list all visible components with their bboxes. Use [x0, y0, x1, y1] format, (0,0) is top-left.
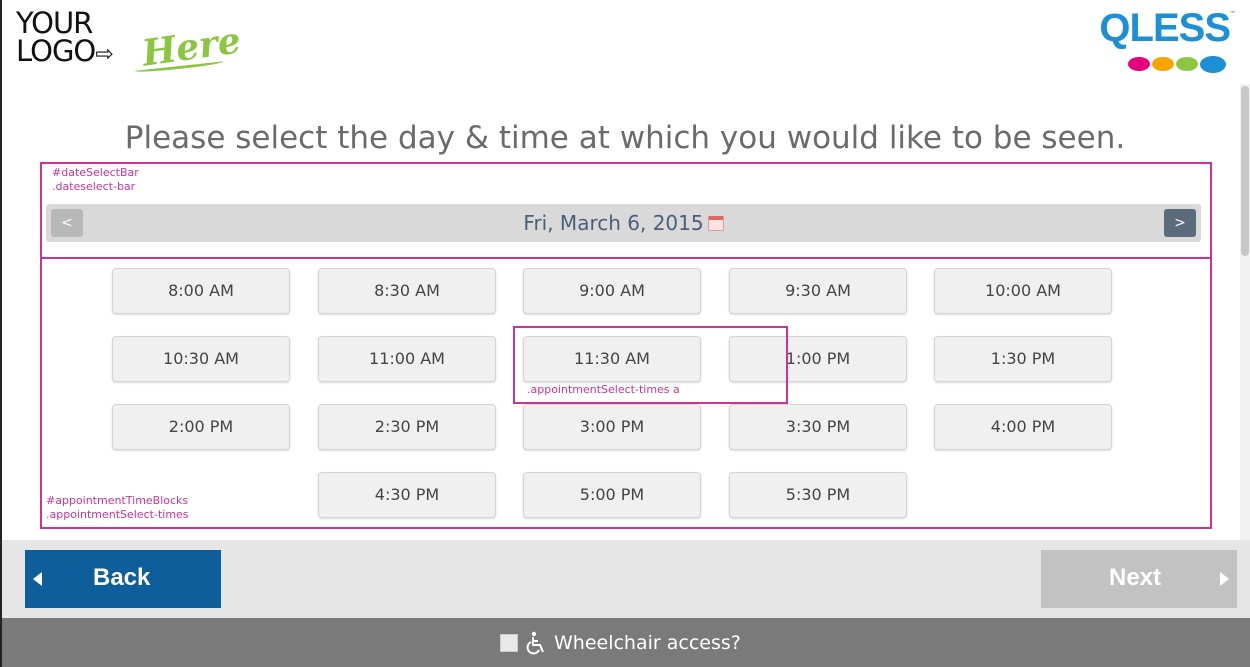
selected-date-text: Fri, March 6, 2015	[523, 211, 704, 235]
time-slot-button[interactable]: 11:00 AM	[318, 336, 496, 382]
your-logo-here: YOUR LOGO⇨ Here	[14, 8, 243, 78]
qless-logo: QLESS ™	[1086, 6, 1236, 74]
time-slot-button[interactable]: 10:30 AM	[112, 336, 290, 382]
time-slot-button[interactable]: 9:00 AM	[523, 268, 701, 314]
wheelchair-access-label: Wheelchair access?	[554, 632, 741, 654]
time-slot-button[interactable]: 10:00 AM	[934, 268, 1112, 314]
back-button[interactable]: Back	[25, 550, 221, 608]
qless-dot-2	[1152, 57, 1174, 71]
qless-dot-3	[1176, 57, 1198, 71]
time-slot-button[interactable]: 8:30 AM	[318, 268, 496, 314]
time-slot-button[interactable]: 2:00 PM	[112, 404, 290, 450]
qless-wordmark: QLESS	[1099, 6, 1231, 50]
next-button[interactable]: Next	[1041, 550, 1237, 608]
back-arrow-icon	[33, 572, 42, 586]
qless-dot-4	[1200, 56, 1226, 73]
next-arrow-icon	[1220, 572, 1229, 586]
footer-bar: Wheelchair access?	[2, 618, 1250, 667]
page: YOUR LOGO⇨ Here QLESS ™ Please select th…	[0, 0, 1250, 667]
time-slot-button[interactable]: 8:00 AM	[112, 268, 290, 314]
time-slot-button[interactable]: 5:30 PM	[729, 472, 907, 518]
calendar-icon[interactable]	[707, 216, 724, 231]
navigation-bar: Back Next	[2, 540, 1250, 618]
scrollbar-thumb[interactable]	[1241, 86, 1249, 256]
time-slot-button[interactable]: 3:30 PM	[729, 404, 907, 450]
time-slot-button[interactable]: 9:30 AM	[729, 268, 907, 314]
time-slot-button[interactable]: 4:00 PM	[934, 404, 1112, 450]
time-slot-button[interactable]: 4:30 PM	[318, 472, 496, 518]
time-slot-button[interactable]: 5:00 PM	[523, 472, 701, 518]
date-select-bar-class-label: .dateselect-bar	[52, 180, 136, 193]
selected-date[interactable]: Fri, March 6, 2015	[46, 211, 1201, 235]
wheelchair-access-toggle[interactable]: Wheelchair access?	[500, 630, 741, 656]
date-select-bar-id-label: #dateSelectBar	[52, 166, 139, 179]
next-button-label: Next	[1109, 564, 1162, 591]
wheelchair-icon	[526, 631, 544, 655]
back-button-label: Back	[93, 564, 151, 591]
qless-trademark: ™	[1229, 10, 1236, 18]
logo-line2: LOGO⇨	[16, 34, 114, 68]
qless-dots	[1128, 54, 1228, 74]
date-select-bar: < Fri, March 6, 2015 >	[46, 204, 1201, 242]
time-slot-button[interactable]: 3:00 PM	[523, 404, 701, 450]
time-slot-button[interactable]: 1:30 PM	[934, 336, 1112, 382]
wheelchair-checkbox[interactable]	[500, 634, 518, 652]
time-slot-button[interactable]: 2:30 PM	[318, 404, 496, 450]
time-blocks-id-label: #appointmentTimeBlocks	[46, 494, 189, 507]
time-blocks-class-label: .appointmentSelect-times	[46, 508, 189, 521]
time-button-class-label: .appointmentSelect-times a	[527, 383, 680, 396]
page-title: Please select the day & time at which yo…	[124, 120, 1126, 156]
next-day-button[interactable]: >	[1164, 209, 1196, 237]
qless-dot-1	[1128, 57, 1150, 71]
